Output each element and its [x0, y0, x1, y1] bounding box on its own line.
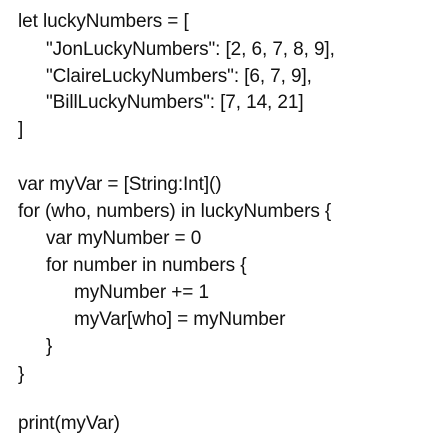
code-line: for (who, numbers) in luckyNumbers { [18, 201, 332, 222]
code-snippet: let luckyNumbers = [ "JonLuckyNumbers": … [0, 0, 430, 446]
code-line: let luckyNumbers = [ [18, 11, 189, 32]
code-line: print(myVar) [18, 413, 120, 434]
code-line: } [46, 336, 53, 357]
code-line: "BillLuckyNumbers": [7, 14, 21] [46, 92, 304, 113]
code-line: var myNumber = 0 [46, 228, 202, 249]
code-line: myVar[who] = myNumber [74, 309, 286, 330]
code-line: } [18, 364, 25, 385]
code-line: for number in numbers { [46, 255, 247, 276]
code-line: myNumber += 1 [74, 282, 209, 303]
code-line: var myVar = [String:Int]() [18, 174, 222, 195]
code-line: "JonLuckyNumbers": [2, 6, 7, 8, 9], [46, 39, 335, 60]
code-line: ] [18, 119, 24, 140]
code-line: "ClaireLuckyNumbers": [6, 7, 9], [46, 66, 312, 87]
